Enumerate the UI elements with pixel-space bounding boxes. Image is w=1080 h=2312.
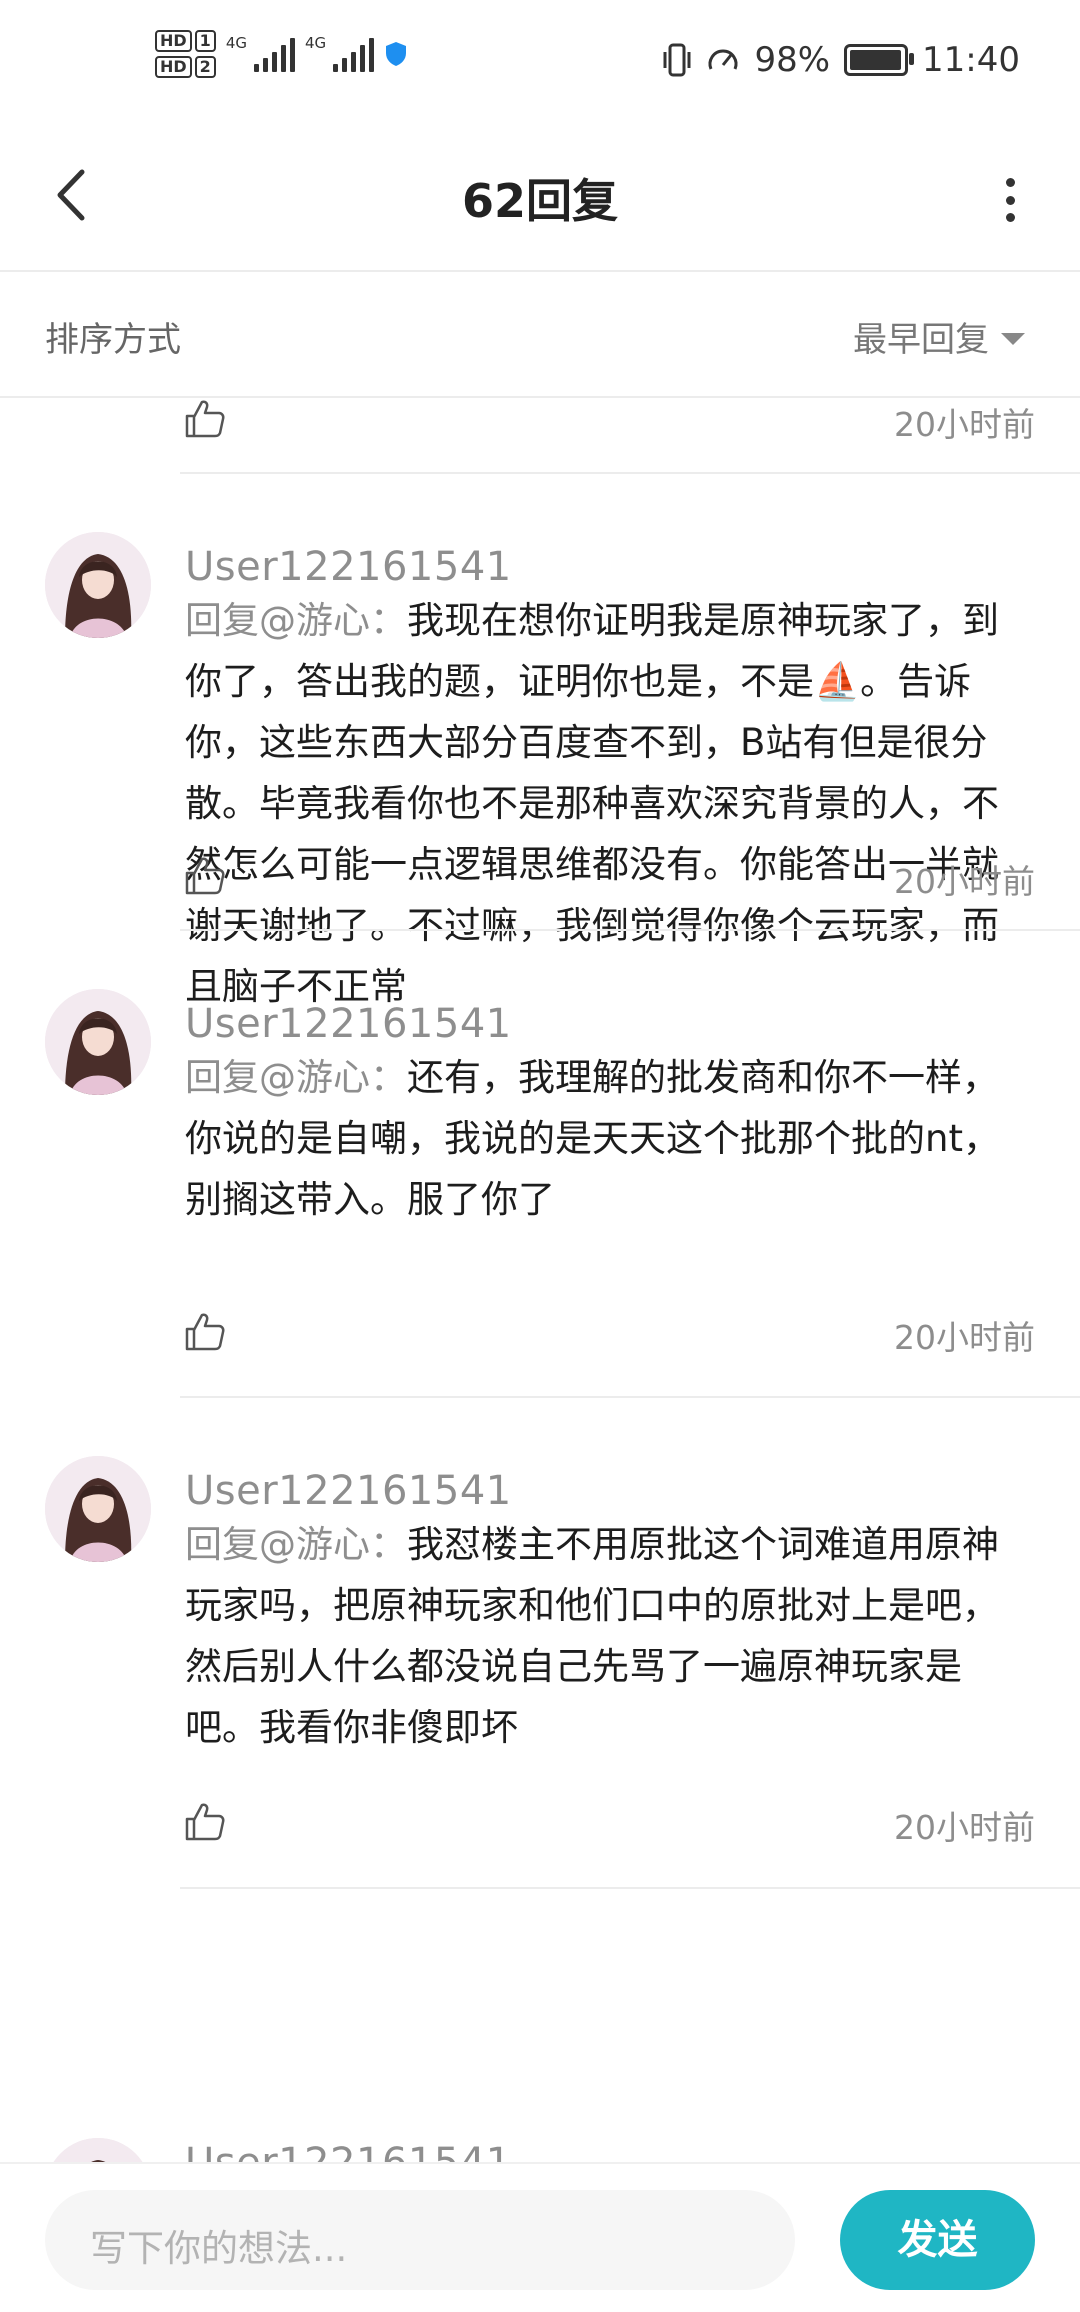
divider (180, 472, 1080, 474)
battery-icon (844, 44, 915, 76)
comment-time: 20小时前 (894, 405, 1035, 444)
comment-meta: 20小时前 (183, 853, 1035, 903)
comment-meta: 20小时前 (183, 1309, 1035, 1359)
divider (180, 1396, 1080, 1398)
like-icon[interactable] (183, 396, 227, 440)
comment-meta: 20小时前 (183, 396, 1035, 446)
avatar[interactable] (45, 532, 151, 638)
comment-list[interactable]: 20小时前 User122161541 回复@游心：我现在想你证明我是原神玩家了… (0, 396, 1080, 2162)
username[interactable]: User122161541 (185, 1001, 512, 1047)
shield-icon (386, 42, 407, 66)
clock: 11:40 (922, 40, 1020, 80)
username[interactable]: User122161541 (185, 1468, 512, 1514)
comment-text: 回复@游心：还有，我理解的批发商和你不一样，你说的是自嘲，我说的是天天这个批那个… (185, 1056, 1000, 1221)
like-icon[interactable] (183, 853, 227, 897)
avatar[interactable] (45, 1456, 151, 1562)
hd1-indicator: HD 1 (155, 30, 216, 52)
like-icon[interactable] (183, 1799, 227, 1843)
comment-text: 回复@游心：我怼楼主不用原批这个词难道用原神玩家吗，把原神玩家和他们口中的原批对… (185, 1523, 999, 1749)
username[interactable]: User122161541 (185, 544, 512, 590)
avatar[interactable] (45, 989, 151, 1095)
sort-bar: 排序方式 最早回复 (0, 272, 1080, 398)
chevron-down-icon (1001, 332, 1025, 345)
sort-label: 排序方式 (45, 320, 181, 360)
comment-text: 回复@游心：我现在想你证明我是原神玩家了，到你了，答出我的题，证明你也是，不是⛵… (185, 599, 999, 1008)
page-title: 62回复 (461, 174, 618, 228)
composer-bar: 写下你的想法... 发送 (0, 2162, 1080, 2312)
mention-link[interactable]: 回复@游心： (185, 1523, 407, 1566)
comment-time: 20小时前 (894, 1808, 1035, 1847)
hd2-indicator: HD 2 (155, 56, 216, 78)
comment-time: 20小时前 (894, 1318, 1035, 1357)
comment-input-placeholder: 写下你的想法... (90, 2227, 348, 2270)
sort-dropdown[interactable]: 最早回复 (853, 312, 1025, 361)
battery-percent: 98% (754, 40, 831, 80)
signal-icon-1: 4G (226, 36, 295, 72)
mention-link[interactable]: 回复@游心： (185, 1056, 407, 1099)
speedometer-icon (708, 49, 738, 70)
like-icon[interactable] (183, 1309, 227, 1353)
username[interactable]: User122161541 (185, 2140, 512, 2162)
signal-icon-2: 4G (305, 36, 375, 72)
more-options-icon[interactable] (1000, 170, 1020, 230)
title-bar: 62回复 (0, 125, 1080, 272)
avatar[interactable] (45, 2138, 151, 2162)
mention-link[interactable]: 回复@游心： (185, 599, 407, 642)
sort-value: 最早回复 (853, 320, 989, 360)
comment-time: 20小时前 (894, 862, 1035, 901)
vibrate-icon (663, 43, 691, 77)
status-bar: HD 1 HD 2 4G 4G 98% 11:40 (0, 0, 1080, 125)
divider (180, 929, 1080, 931)
comment-input[interactable]: 写下你的想法... (45, 2190, 795, 2290)
send-button[interactable]: 发送 (840, 2190, 1035, 2290)
divider (180, 1887, 1080, 1889)
comment-meta: 20小时前 (183, 1799, 1035, 1849)
